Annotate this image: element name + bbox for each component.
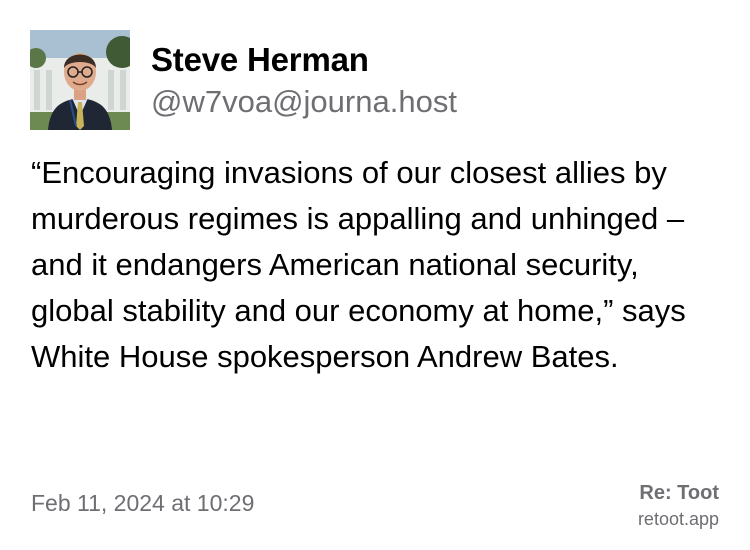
- brand-site: retoot.app: [637, 509, 719, 529]
- brand-name: Re: Toot: [639, 482, 719, 504]
- post-card: Steve Herman @w7voa@journa.host “Encoura…: [0, 0, 750, 550]
- retoot-branding: Re: Toot retoot.app: [638, 480, 719, 532]
- author-display-name[interactable]: Steve Herman: [151, 40, 369, 80]
- avatar-photo: [30, 30, 130, 130]
- avatar[interactable]: [30, 30, 130, 130]
- post-timestamp: Feb 11, 2024 at 10:29: [31, 490, 255, 516]
- author-handle[interactable]: @w7voa@journa.host: [151, 82, 457, 122]
- post-body: “Encouraging invasions of our closest al…: [31, 155, 686, 374]
